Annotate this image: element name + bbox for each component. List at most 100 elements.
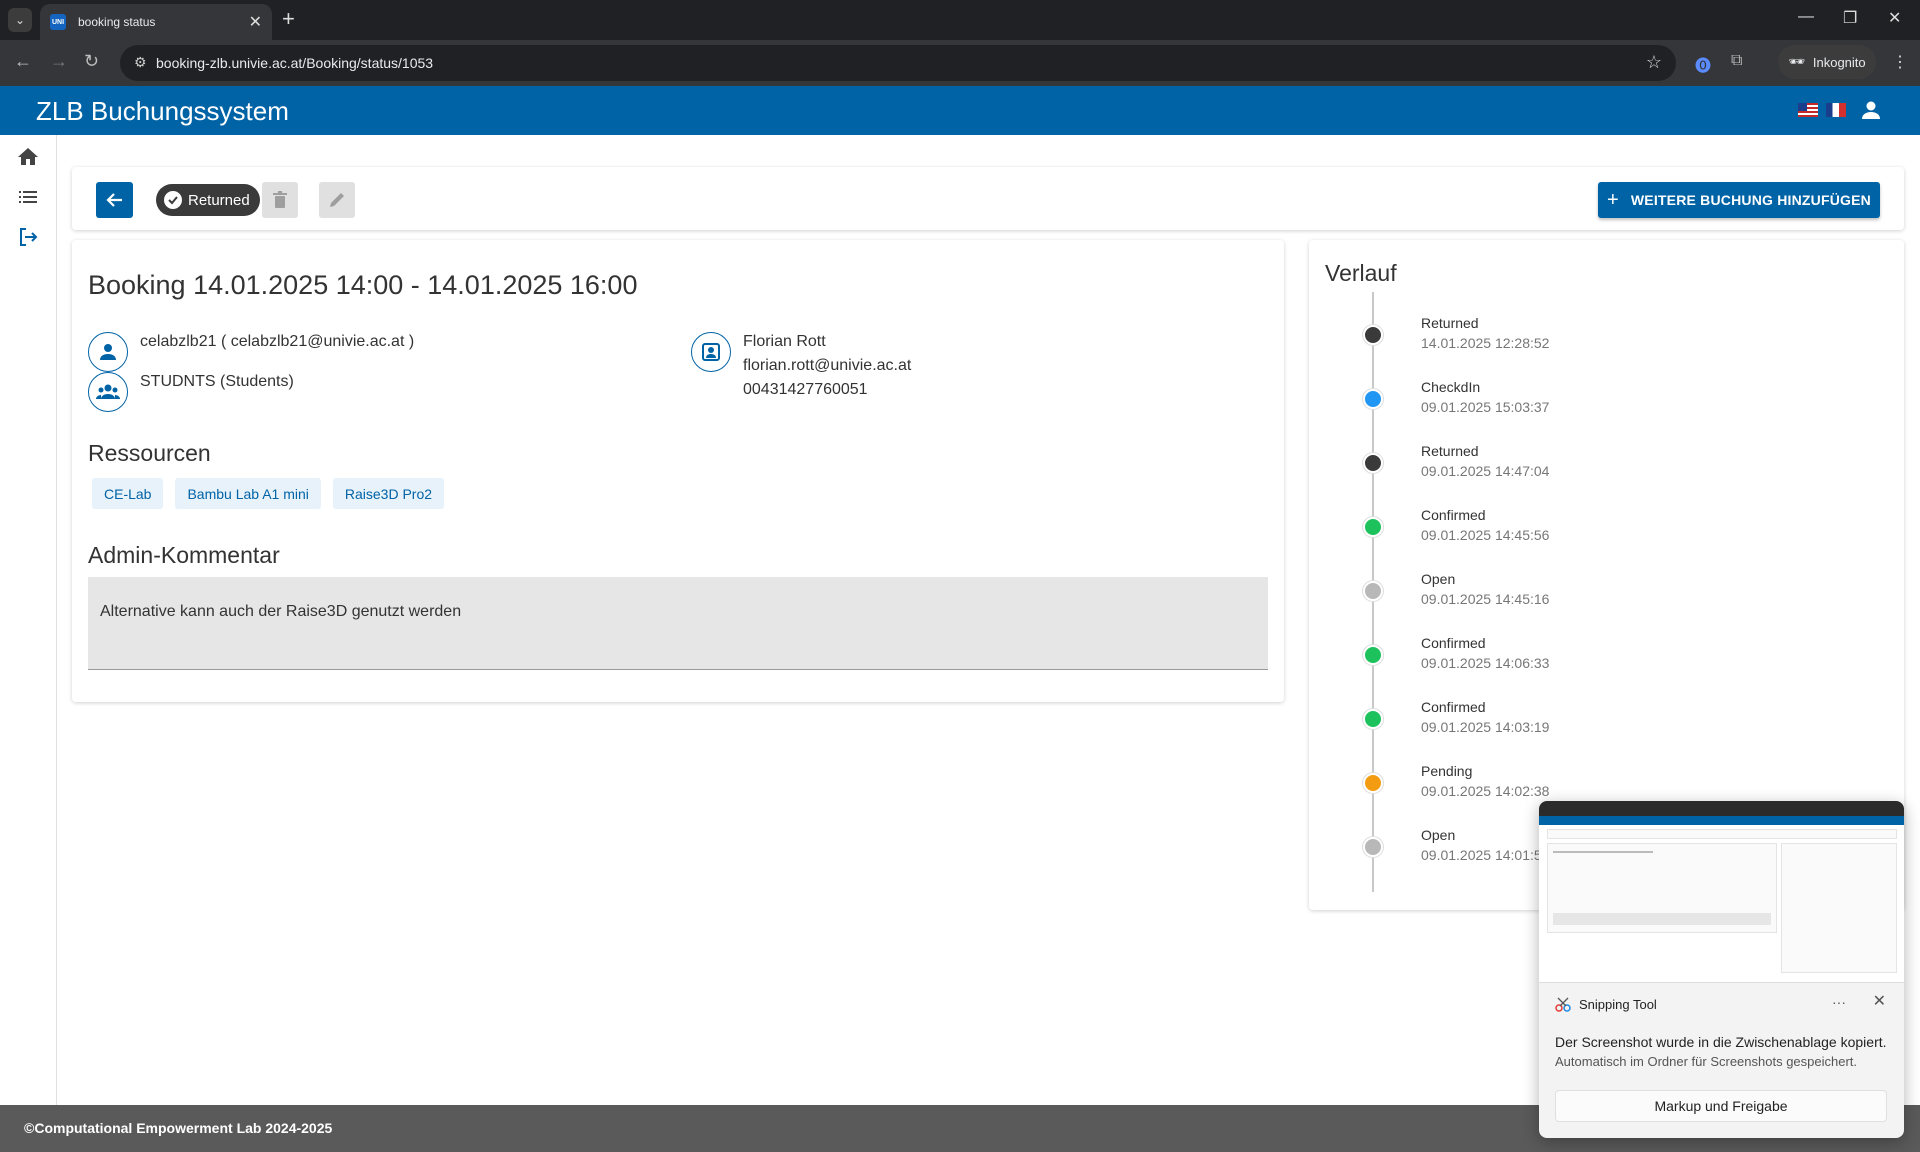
us-flag-icon[interactable]: [1798, 103, 1818, 117]
check-circle-icon: [164, 191, 182, 209]
screenshot-thumbnail[interactable]: [1539, 801, 1904, 983]
person-icon: [88, 332, 128, 372]
toast-message: Der Screenshot wurde in die Zwischenabla…: [1555, 1034, 1887, 1050]
history-status: Returned: [1421, 315, 1479, 331]
resources-title: Ressourcen: [88, 440, 211, 466]
close-window-icon[interactable]: ✕: [1888, 8, 1901, 28]
contact-email[interactable]: florian.rott@univie.ac.at: [743, 354, 911, 378]
incognito-label: Inkognito: [1812, 54, 1866, 70]
bookmark-star-icon[interactable]: ☆: [1646, 52, 1662, 73]
thumbnail-header: [1539, 816, 1904, 825]
history-item: Confirmed 09.01.2025 14:03:19: [1309, 699, 1869, 749]
incognito-badge[interactable]: 🕶 Inkognito: [1778, 45, 1876, 79]
password-manager-icon[interactable]: ⓿: [1695, 52, 1711, 76]
comment-title: Admin-Kommentar: [88, 542, 280, 568]
favicon-icon: UNI: [50, 14, 66, 30]
history-time: 09.01.2025 14:47:04: [1421, 463, 1550, 479]
resource-chip[interactable]: Bambu Lab A1 mini: [175, 478, 321, 509]
resource-chip[interactable]: Raise3D Pro2: [332, 478, 445, 509]
omnibox[interactable]: ⚙ booking-zlb.univie.ac.at/Booking/statu…: [120, 45, 1676, 81]
markup-share-button[interactable]: Markup und Freigabe: [1555, 1090, 1887, 1122]
plus-icon: +: [1607, 188, 1619, 211]
thumbnail-history: [1781, 843, 1897, 973]
back-nav-icon[interactable]: ←: [14, 51, 32, 72]
add-booking-button[interactable]: + WEITERE BUCHUNG HINZUFÜGEN: [1598, 182, 1880, 218]
tab-title: booking status: [78, 15, 156, 29]
toast-app-name: Snipping Tool: [1579, 996, 1657, 1012]
more-options-icon[interactable]: ···: [1832, 994, 1846, 1010]
thumbnail-line: [1553, 851, 1653, 853]
incognito-icon: 🕶: [1788, 54, 1805, 69]
history-item: Confirmed 09.01.2025 14:45:56: [1309, 507, 1869, 557]
back-button[interactable]: [96, 182, 133, 218]
snipping-tool-icon: [1555, 996, 1571, 1012]
history-time: 09.01.2025 14:45:16: [1421, 591, 1550, 607]
timeline-dot: [1363, 517, 1383, 537]
list-icon[interactable]: [16, 185, 40, 209]
booking-card: Booking 14.01.2025 14:00 - 14.01.2025 16…: [72, 240, 1284, 702]
timeline-dot: [1363, 325, 1383, 345]
history-item: Returned 09.01.2025 14:47:04: [1309, 443, 1869, 493]
app-title[interactable]: ZLB Buchungssystem: [36, 96, 289, 127]
history-item: CheckdIn 09.01.2025 15:03:37: [1309, 379, 1869, 429]
history-status: Confirmed: [1421, 699, 1486, 715]
restore-icon[interactable]: ❐: [1843, 8, 1857, 28]
fr-flag-icon[interactable]: [1826, 103, 1846, 117]
history-status: Confirmed: [1421, 635, 1486, 651]
history-title: Verlauf: [1325, 260, 1397, 286]
status-chip[interactable]: Returned: [156, 184, 260, 216]
history-status: Returned: [1421, 443, 1479, 459]
thumbnail-chrome: [1539, 801, 1904, 816]
contact-card-icon: [691, 332, 731, 372]
browser-tab[interactable]: UNI booking status ✕: [40, 4, 272, 40]
sidebar: [0, 135, 57, 1105]
snipping-tool-notification[interactable]: Snipping Tool ··· ✕ Der Screenshot wurde…: [1539, 801, 1904, 1138]
reload-icon[interactable]: ↻: [84, 51, 99, 72]
timeline-dot: [1363, 709, 1383, 729]
new-tab-icon[interactable]: +: [282, 8, 295, 30]
admin-comment-text: Alternative kann auch der Raise3D genutz…: [100, 603, 462, 620]
history-item: Returned 14.01.2025 12:28:52: [1309, 315, 1869, 365]
timeline-dot: [1363, 453, 1383, 473]
history-item: Confirmed 09.01.2025 14:06:33: [1309, 635, 1869, 685]
footer-label: Computational Empowerment Lab 2024-2025: [34, 1120, 333, 1136]
arrow-left-icon: [105, 193, 122, 207]
trash-icon: [273, 191, 287, 208]
history-status: Open: [1421, 571, 1456, 587]
browser-address-bar: ← → ↻ ⚙ booking-zlb.univie.ac.at/Booking…: [0, 40, 1920, 86]
history-status: Confirmed: [1421, 507, 1486, 523]
app-header: ZLB Buchungssystem: [0, 86, 1920, 135]
history-time: 09.01.2025 14:01:5: [1421, 847, 1542, 863]
timeline-dot: [1363, 581, 1383, 601]
close-icon[interactable]: ✕: [1873, 991, 1886, 1011]
site-info-icon[interactable]: ⚙: [134, 54, 147, 71]
history-status: Open: [1421, 827, 1456, 843]
thumbnail-toolbar: [1547, 829, 1897, 839]
home-icon[interactable]: [16, 145, 40, 169]
tab-search-icon[interactable]: ⌄: [8, 8, 32, 32]
toast-app: Snipping Tool: [1555, 996, 1657, 1012]
history-time: 09.01.2025 14:06:33: [1421, 655, 1550, 671]
browser-menu-icon[interactable]: ⋮: [1892, 52, 1908, 72]
browser-tab-bar: ⌄ UNI booking status ✕ + — ❐ ✕: [0, 0, 1920, 40]
booking-title: Booking 14.01.2025 14:00 - 14.01.2025 16…: [88, 270, 638, 300]
forward-nav-icon[interactable]: →: [50, 51, 68, 72]
delete-button[interactable]: [262, 182, 298, 218]
timeline-dot: [1363, 773, 1383, 793]
resource-chip[interactable]: CE-Lab: [92, 478, 164, 509]
logout-icon[interactable]: [16, 225, 40, 249]
history-time: 09.01.2025 14:03:19: [1421, 719, 1550, 735]
tab-close-icon[interactable]: ✕: [249, 12, 262, 32]
group-icon: [88, 372, 128, 412]
history-status: CheckdIn: [1421, 379, 1481, 395]
history-item: Open 09.01.2025 14:45:16: [1309, 571, 1869, 621]
admin-comment-field[interactable]: Alternative kann auch der Raise3D genutz…: [88, 577, 1268, 670]
extensions-icon[interactable]: ⧉: [1731, 52, 1742, 70]
timeline-dot: [1363, 837, 1383, 857]
minimize-icon[interactable]: —: [1798, 8, 1814, 26]
edit-button[interactable]: [319, 182, 355, 218]
history-time: 09.01.2025 14:45:56: [1421, 527, 1550, 543]
footer-text: ©Computational Empowerment Lab 2024-2025: [24, 1120, 332, 1136]
account-icon[interactable]: [1859, 98, 1883, 122]
booking-group: STUDNTS (Students): [140, 373, 294, 390]
